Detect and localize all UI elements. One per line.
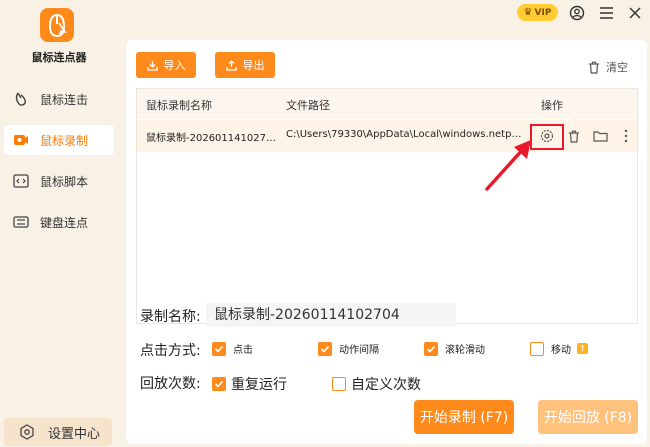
checkbox-checked-icon [212, 377, 226, 391]
column-header-actions: 操作 [541, 99, 563, 112]
sidebar-item-keyboard[interactable]: 键盘连点 [4, 207, 114, 237]
main-panel: 导入 导出 清空 鼠标录制名称 文件路径 操作 鼠标录制-20260114102… [126, 40, 647, 444]
sidebar-item-label: 鼠标脚本 [40, 174, 89, 189]
table-header: 鼠标录制名称 文件路径 操作 [137, 89, 637, 119]
export-label: 导出 [242, 59, 265, 72]
mouse-icon [12, 90, 30, 108]
checkbox-label: 重复运行 [231, 377, 287, 393]
import-icon [146, 60, 158, 71]
keyboard-icon [12, 213, 30, 231]
record-name-input[interactable]: 鼠标录制-20260114102704 [206, 303, 456, 327]
close-icon[interactable] [626, 4, 644, 22]
sidebar-item-mouse-click[interactable]: 鼠标连击 [4, 84, 114, 114]
sidebar-item-mouse-record[interactable]: 鼠标录制 [4, 125, 114, 155]
menu-icon[interactable] [597, 4, 615, 22]
checkbox-action-interval[interactable]: 动作间隔 [318, 341, 379, 356]
more-options-icon[interactable] [616, 126, 636, 146]
vip-lock-icon: ! [577, 343, 588, 354]
settings-center-button[interactable]: 设置中心 [4, 418, 112, 446]
start-replay-button[interactable]: 开始回放 (F8) [538, 400, 638, 434]
pointer-arrow-icon [485, 140, 531, 191]
settings-label: 设置中心 [48, 426, 101, 442]
checkbox-label: 点击 [233, 345, 253, 356]
user-account-icon[interactable] [568, 4, 586, 22]
checkbox-click[interactable]: 点击 [212, 341, 253, 356]
clear-button[interactable]: 清空 [588, 57, 628, 77]
checkbox-wheel-scroll[interactable]: 滚轮滑动 [424, 341, 485, 356]
checkbox-move[interactable]: 移动 ! [530, 341, 588, 356]
script-icon [12, 172, 30, 190]
click-mode-label: 点击方式: [140, 343, 201, 359]
checkbox-unchecked-icon [530, 341, 544, 356]
checkbox-custom-count[interactable]: 自定义次数 [332, 374, 421, 394]
sidebar: 鼠标连点器 鼠标连击 鼠标录制 鼠标脚本 键盘连点 设置中心 [0, 0, 118, 447]
row-name: 鼠标录制-20260114102704 [146, 133, 278, 144]
folder-icon[interactable] [590, 126, 610, 146]
checkbox-label: 动作间隔 [339, 345, 379, 356]
export-button[interactable]: 导出 [215, 52, 275, 78]
settings-icon [18, 423, 36, 441]
checkbox-unchecked-icon [332, 377, 346, 391]
replay-count-label: 回放次数: [140, 376, 201, 392]
recordings-table: 鼠标录制名称 文件路径 操作 鼠标录制-20260114102704 C:\Us… [136, 88, 638, 324]
checkbox-repeat-run[interactable]: 重复运行 [212, 374, 287, 394]
sidebar-item-label: 鼠标录制 [40, 133, 89, 148]
checkbox-checked-icon [318, 341, 332, 356]
import-button[interactable]: 导入 [136, 52, 196, 78]
start-record-button[interactable]: 开始录制 (F7) [414, 400, 514, 434]
checkbox-label: 移动 [551, 345, 571, 356]
delete-icon[interactable] [564, 126, 584, 146]
checkbox-label: 滚轮滑动 [445, 345, 485, 356]
vip-label: VIP [534, 7, 552, 18]
app-logo-icon [40, 8, 74, 42]
checkbox-checked-icon [212, 341, 226, 356]
camera-icon [12, 131, 30, 149]
export-icon [225, 59, 237, 71]
column-header-path: 文件路径 [286, 99, 330, 112]
column-header-name: 鼠标录制名称 [146, 99, 212, 112]
app-name: 鼠标连点器 [31, 51, 87, 64]
vip-badge[interactable]: ♛ VIP [517, 4, 558, 21]
sidebar-item-mouse-script[interactable]: 鼠标脚本 [4, 166, 114, 196]
record-name-label: 录制名称: [140, 309, 201, 325]
import-label: 导入 [163, 59, 186, 72]
sidebar-item-label: 鼠标连击 [40, 92, 89, 107]
sidebar-item-label: 键盘连点 [40, 215, 89, 230]
crown-icon: ♛ [523, 7, 533, 18]
trash-icon [588, 61, 600, 74]
checkbox-label: 自定义次数 [351, 377, 421, 393]
clear-label: 清空 [606, 61, 628, 74]
checkbox-checked-icon [424, 341, 438, 356]
table-row[interactable]: 鼠标录制-20260114102704 C:\Users\79330\AppDa… [137, 120, 637, 152]
